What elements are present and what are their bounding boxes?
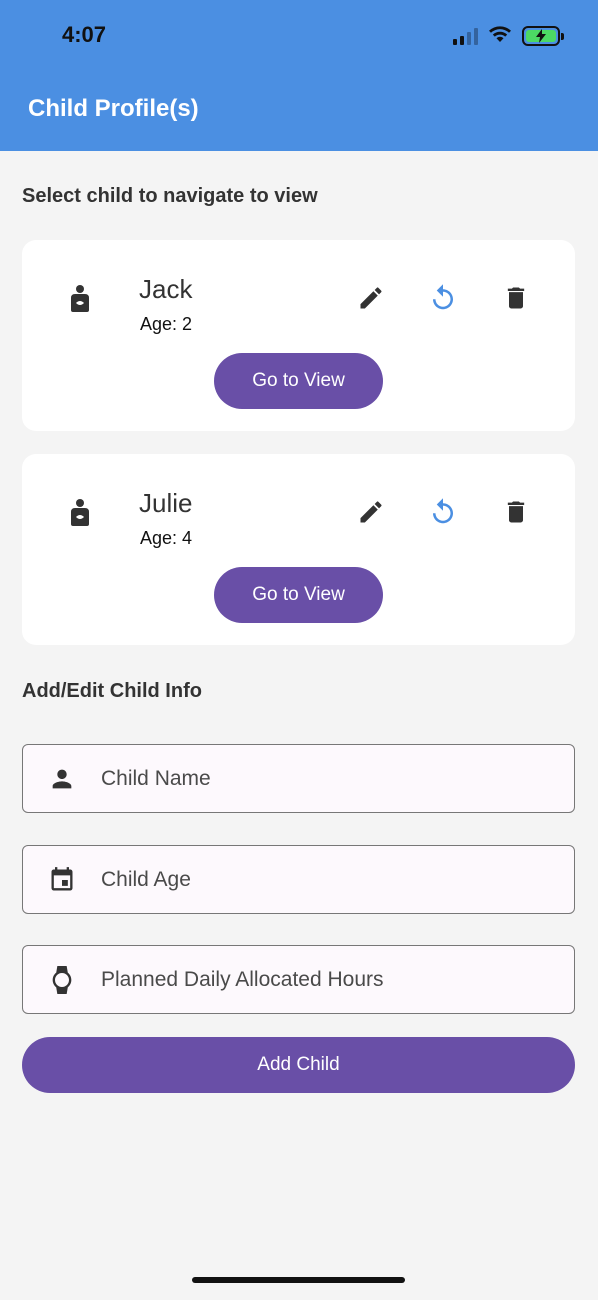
edit-icon[interactable] [355,282,387,314]
signal-icon [453,27,478,45]
child-age: Age: 4 [140,528,193,548]
child-card: Jack Age: 2 Go to View [22,240,575,431]
add-child-button[interactable]: Add Child [22,1037,575,1093]
child-icon [68,498,92,533]
daily-hours-field[interactable] [22,945,575,1014]
delete-icon[interactable] [500,496,532,528]
child-age: Age: 2 [140,314,193,334]
reset-icon[interactable] [427,496,459,528]
status-icons [453,24,564,48]
go-to-view-button[interactable]: Go to View [214,353,383,409]
daily-hours-input[interactable] [101,967,541,992]
child-name: Jack [139,274,193,304]
children-section-title: Select child to navigate to view [22,185,318,207]
child-age-input[interactable] [101,867,541,892]
person-icon [46,763,78,795]
wifi-icon [488,25,512,48]
child-age-field[interactable] [22,845,575,914]
watch-icon [46,964,78,996]
page-title: Child Profile(s) [28,95,199,122]
app-header: 4:07 Child Profile(s) [0,0,598,151]
delete-icon[interactable] [500,282,532,314]
child-card: Julie Age: 4 Go to View [22,454,575,645]
home-indicator[interactable] [192,1277,405,1283]
child-name-input[interactable] [101,766,541,791]
form-section-title: Add/Edit Child Info [22,680,202,702]
child-name-field[interactable] [22,744,575,813]
battery-icon [522,26,564,46]
calendar-icon [46,864,78,896]
child-name: Julie [139,488,193,518]
reset-icon[interactable] [427,282,459,314]
child-icon [68,284,92,319]
status-time: 4:07 [62,22,107,47]
go-to-view-button[interactable]: Go to View [214,567,383,623]
edit-icon[interactable] [355,496,387,528]
